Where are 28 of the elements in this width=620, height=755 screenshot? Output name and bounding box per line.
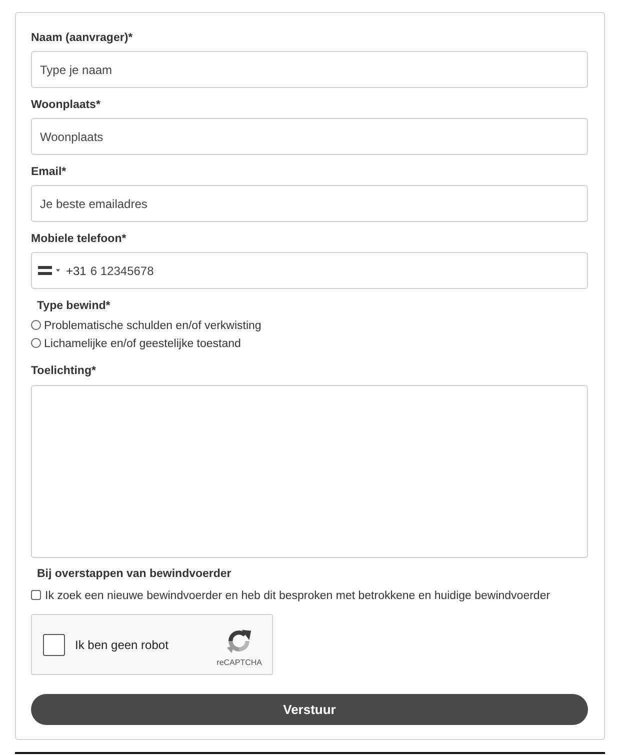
radio-button[interactable]: [31, 320, 41, 330]
radio-button[interactable]: [31, 338, 41, 348]
caret-icon: [56, 269, 60, 272]
checkbox[interactable]: [31, 590, 41, 600]
circular-arrows-icon: [226, 628, 252, 654]
captcha-brand: reCAPTCHA: [216, 658, 262, 667]
group-label: Type bewind*: [37, 299, 110, 313]
phone-number-input[interactable]: 6 12345678: [90, 262, 581, 280]
option-label: Lichamelijke en/of geestelijke toestand: [44, 338, 241, 350]
input-field[interactable]: Type je naam: [31, 51, 588, 88]
flag-icon: [38, 266, 52, 275]
input-field[interactable]: Woonplaats: [31, 118, 588, 155]
captcha-checkbox[interactable]: [43, 634, 65, 656]
field-label: Mobiele telefoon*: [31, 232, 126, 246]
field-label: Email*: [31, 165, 66, 179]
field-label: Toelichting*: [31, 364, 96, 378]
dial-code: +31: [66, 264, 86, 278]
field-label: Naam (aanvrager)*: [31, 31, 133, 45]
group-label: Bij overstappen van bewindvoerder: [37, 567, 232, 581]
captcha-label: Ik ben geen robot: [75, 638, 170, 652]
phone-field[interactable]: +31 6 12345678: [31, 252, 588, 289]
submit-button[interactable]: Verstuur: [31, 694, 588, 725]
field-label: Woonplaats*: [31, 98, 100, 112]
input-field[interactable]: Je beste emailadres: [31, 185, 588, 222]
option-label: Problematische schulden en/of verkwisting: [44, 320, 262, 332]
option-label: Ik zoek een nieuwe bewindvoerder en heb dit besproken met betrokkene en huidige bewindvoerder: [45, 590, 550, 602]
country-selector[interactable]: [38, 266, 60, 275]
textarea-field[interactable]: [31, 385, 588, 558]
